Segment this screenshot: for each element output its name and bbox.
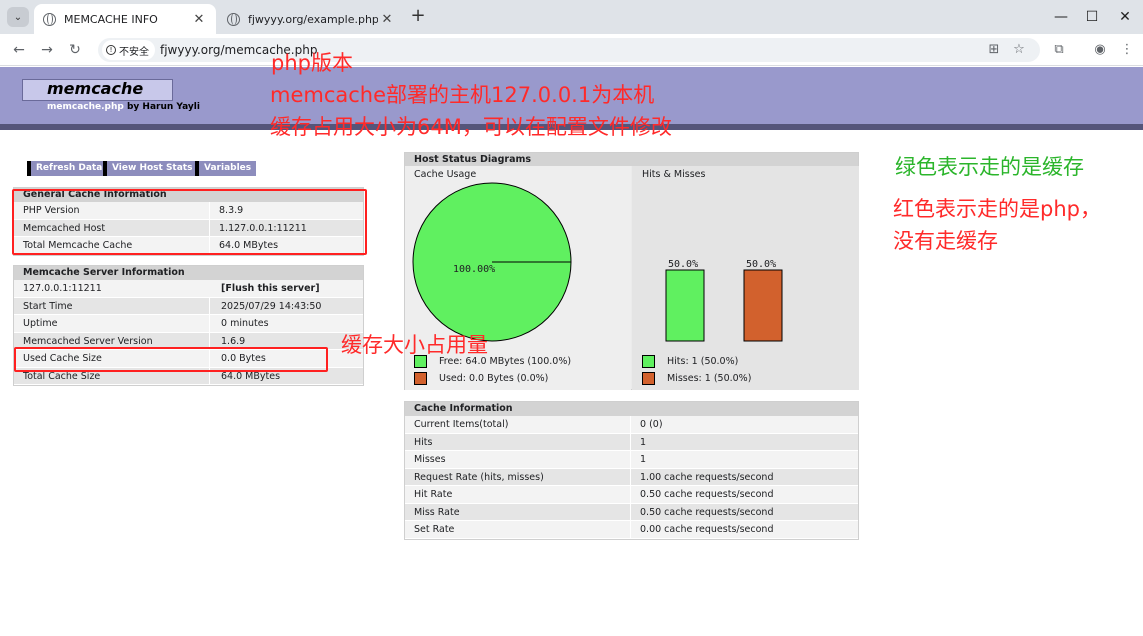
used-cache-highlight bbox=[14, 347, 328, 372]
back-button[interactable]: ← bbox=[9, 40, 29, 60]
table-row: Hits 1 bbox=[405, 433, 858, 451]
annotation-php-version: php版本 bbox=[271, 51, 353, 75]
row-key: Current Items(total) bbox=[414, 419, 509, 430]
row-key: Misses bbox=[414, 454, 446, 465]
refresh-data-button[interactable]: Refresh Data bbox=[27, 161, 108, 176]
bar-hits bbox=[665, 269, 705, 342]
used-legend-label: Used: 0.0 Bytes (0.0%) bbox=[439, 373, 549, 384]
flush-server-link[interactable]: [Flush this server] bbox=[221, 280, 320, 298]
row-value: 0 minutes bbox=[221, 318, 269, 329]
table-row: Start Time 2025/07/29 14:43:50 bbox=[14, 297, 363, 315]
annotation-host: memcache部署的主机127.0.0.1为本机 bbox=[270, 83, 655, 107]
tab-memcache-info[interactable]: MEMCACHE INFO ✕ bbox=[34, 4, 216, 34]
row-value: 1 bbox=[640, 454, 647, 465]
view-host-stats-button[interactable]: View Host Stats bbox=[103, 161, 198, 176]
misses-bar-label: 50.0% bbox=[746, 259, 777, 270]
annotation-used-size: 缓存大小占用量 bbox=[341, 333, 488, 357]
subtitle-file: memcache.php bbox=[47, 102, 124, 112]
row-value: 2025/07/29 14:43:50 bbox=[221, 300, 322, 312]
annotation-red-note-1: 红色表示走的是php， bbox=[893, 197, 1101, 221]
profile-icon[interactable]: ◉ bbox=[1092, 42, 1108, 58]
annotation-size: 缓存占用大小为64M，可以在配置文件修改 bbox=[270, 115, 672, 139]
tab-example-php[interactable]: fjwyyy.org/example.php ✕ bbox=[218, 4, 404, 34]
security-label: 不安全 bbox=[119, 46, 149, 58]
row-key: Hits bbox=[414, 436, 433, 448]
close-icon[interactable]: ✕ bbox=[378, 10, 396, 28]
chevron-down-icon: ⌄ bbox=[13, 11, 23, 23]
row-key: Set Rate bbox=[414, 524, 455, 535]
row-key: Request Rate (hits, misses) bbox=[414, 471, 544, 483]
close-icon[interactable]: ✕ bbox=[190, 10, 208, 28]
row-key: 127.0.0.1:11211 bbox=[23, 283, 102, 294]
warning-icon: ! bbox=[106, 45, 116, 55]
page-content: memcache memcache.php by Harun Yayli Ref… bbox=[0, 51, 1143, 636]
minimize-button[interactable]: — bbox=[1046, 6, 1076, 28]
table-row: Misses 1 bbox=[405, 451, 858, 469]
hits-legend-swatch bbox=[642, 355, 655, 368]
close-window-button[interactable]: ✕ bbox=[1110, 6, 1140, 28]
row-key: Start Time bbox=[23, 300, 73, 312]
globe-icon bbox=[227, 12, 240, 26]
table-row: Request Rate (hits, misses) 1.00 cache r… bbox=[405, 468, 858, 486]
reload-button[interactable]: ↻ bbox=[65, 40, 85, 60]
row-value: 0 (0) bbox=[640, 419, 663, 430]
misses-legend-swatch bbox=[642, 372, 655, 385]
table-title: Memcache Server Information bbox=[14, 266, 363, 280]
annotation-red-note-2: 没有走缓存 bbox=[893, 229, 998, 253]
row-value: 0.50 cache requests/second bbox=[640, 489, 774, 500]
translate-icon[interactable]: ⊞ bbox=[986, 42, 1002, 58]
extensions-icon[interactable]: ⧉ bbox=[1051, 42, 1067, 58]
table-title: Cache Information bbox=[405, 402, 858, 416]
annotation-green-note: 绿色表示走的是缓存 bbox=[895, 155, 1084, 179]
subtitle-by: by bbox=[126, 102, 140, 112]
cache-info-table: Cache Information Current Items(total) 0… bbox=[404, 401, 859, 540]
hits-legend-label: Hits: 1 (50.0%) bbox=[667, 356, 739, 367]
star-icon[interactable]: ☆ bbox=[1011, 42, 1027, 58]
general-info-highlight bbox=[12, 189, 367, 255]
row-key: Hit Rate bbox=[414, 489, 453, 500]
logo-subtitle: memcache.php by Harun Yayli bbox=[47, 102, 200, 112]
maximize-button[interactable]: ☐ bbox=[1077, 6, 1107, 28]
row-value: 1.00 cache requests/second bbox=[640, 471, 774, 483]
row-key: Miss Rate bbox=[414, 506, 460, 518]
forward-button[interactable]: → bbox=[37, 40, 57, 60]
row-key: Uptime bbox=[23, 318, 58, 329]
security-chip[interactable]: ! 不安全 bbox=[102, 40, 155, 60]
globe-icon bbox=[43, 12, 56, 26]
table-row: 127.0.0.1:11211 [Flush this server] bbox=[14, 280, 363, 298]
logo-text: memcache bbox=[47, 79, 144, 98]
row-value: 0.00 cache requests/second bbox=[640, 524, 774, 535]
row-value: 1 bbox=[640, 436, 647, 448]
table-row: Miss Rate 0.50 cache requests/second bbox=[405, 503, 858, 521]
row-value: 0.50 cache requests/second bbox=[640, 506, 774, 518]
tab-bar: ⌄ MEMCACHE INFO ✕ fjwyyy.org/example.php… bbox=[0, 0, 1143, 34]
table-row: Uptime 0 minutes bbox=[14, 315, 363, 333]
bar-misses bbox=[743, 269, 783, 342]
used-legend-swatch bbox=[414, 372, 427, 385]
hits-bar-label: 50.0% bbox=[668, 259, 699, 270]
misses-legend-label: Misses: 1 (50.0%) bbox=[667, 373, 752, 384]
new-tab-button[interactable]: + bbox=[408, 7, 428, 27]
tab-title: MEMCACHE INFO bbox=[64, 12, 158, 26]
table-row: Current Items(total) 0 (0) bbox=[405, 416, 858, 434]
subtitle-author: Harun Yayli bbox=[142, 102, 200, 112]
variables-button[interactable]: Variables bbox=[195, 161, 257, 176]
table-row: Hit Rate 0.50 cache requests/second bbox=[405, 486, 858, 504]
tab-title: fjwyyy.org/example.php bbox=[248, 12, 378, 26]
table-row: Set Rate 0.00 cache requests/second bbox=[405, 521, 858, 539]
more-icon[interactable]: ⋮ bbox=[1119, 42, 1135, 58]
tab-search-button[interactable]: ⌄ bbox=[7, 7, 29, 27]
